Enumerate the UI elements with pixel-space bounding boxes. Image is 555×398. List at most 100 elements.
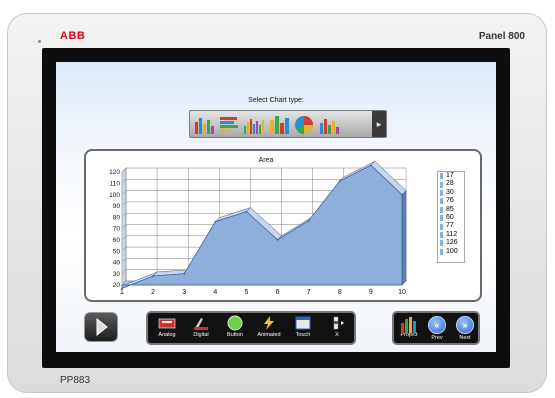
x-tick-label: 8 (338, 289, 342, 296)
next-icon: » (456, 316, 474, 334)
y-tick-label: 30 (113, 271, 121, 278)
y-tick-label: 100 (109, 192, 120, 199)
legend-swatch (440, 198, 443, 205)
legend-label: 77 (446, 222, 454, 230)
legend-label: 126 (446, 239, 458, 247)
column-chart-icon[interactable] (243, 114, 265, 136)
data-point (121, 287, 123, 290)
legend-item: 126 (438, 239, 464, 247)
legend-swatch (440, 181, 443, 188)
data-point (338, 180, 341, 182)
tool-analog[interactable]: Analog (150, 315, 184, 343)
play-icon (96, 317, 108, 337)
hmi-screen: Select Chart type: ▸ Area 20 30 40 50 60 70 80 9… (56, 62, 496, 352)
legend-item: 77 (438, 222, 464, 230)
legend-item: 76 (438, 197, 464, 205)
y-tick-label: 50 (113, 248, 121, 255)
area-chart: Area20304050607080901001101201 2 3 4 5 6 7 8 9 10 (109, 157, 407, 296)
y-tick-label: 80 (113, 214, 121, 221)
legend-swatch (440, 173, 443, 180)
chart-type-selector: ▸ (189, 110, 387, 138)
x-tick-label: 6 (276, 289, 280, 296)
tool-button[interactable]: Button (218, 315, 252, 343)
next-button[interactable]: » Next (452, 315, 478, 343)
legend-item: 30 (438, 189, 464, 197)
legend-item: 100 (438, 248, 464, 256)
legend-label: 85 (446, 205, 454, 213)
legend-item: 60 (438, 214, 464, 222)
prev-icon: « (428, 316, 446, 334)
indicator-dot (38, 40, 41, 43)
navigation-bar: Project « Prev » Next (392, 311, 480, 345)
area-chart-panel: Area 20 30 40 50 60 70 80 90 100 110 120 1 2 3 4 5 6 7 8 9 10 (84, 149, 482, 302)
brand-logo: ABB (60, 30, 86, 42)
legend-swatch (440, 206, 443, 213)
tool-label: Animated (257, 332, 281, 338)
touch-icon (293, 315, 313, 331)
legend-swatch (440, 223, 443, 230)
legend-item: 85 (438, 206, 464, 214)
legend-label: 30 (446, 188, 454, 196)
tool-touch[interactable]: Touch (286, 315, 320, 343)
tool-x[interactable]: X (320, 315, 354, 343)
nav-label: Next (459, 335, 471, 341)
data-point (152, 275, 155, 277)
tool-animated[interactable]: Animated (252, 315, 286, 343)
small-bar-icon[interactable] (318, 114, 340, 136)
y-tick-label: 60 (113, 237, 121, 244)
x-tick-label: 1 (120, 289, 124, 296)
stacked-bar-icon[interactable] (218, 114, 240, 136)
legend-item: 28 (438, 180, 464, 188)
x-icon (327, 315, 347, 331)
nav-label: Prev (431, 335, 443, 341)
legend-swatch (440, 215, 443, 222)
model-name: Panel 800 (478, 31, 525, 42)
data-point (245, 210, 248, 213)
chart-legend: 17 28 30 76 85 60 77 112 126 100 (437, 171, 465, 263)
chevron-right-icon[interactable]: ▸ (372, 111, 386, 137)
y-tick-label: 40 (113, 260, 121, 267)
tool-label: Digital (193, 332, 209, 338)
project-button[interactable]: Project (396, 315, 422, 343)
y-tick-label: 110 (110, 181, 121, 188)
data-point (276, 238, 279, 241)
tall-column-icon[interactable] (268, 114, 290, 136)
legend-swatch (440, 240, 443, 247)
legend-label: 76 (446, 197, 454, 205)
data-point (214, 220, 217, 223)
tool-label: Touch (295, 332, 311, 338)
analog-icon (157, 315, 177, 331)
y-tick-label: 120 (109, 169, 120, 176)
area-right-cap (401, 189, 407, 286)
legend-swatch (440, 189, 443, 196)
chart-title: Area (259, 157, 274, 164)
x-tick-label: 9 (369, 289, 373, 296)
tool-label: Button (227, 332, 243, 338)
pie-chart-icon[interactable] (293, 114, 315, 136)
bar-chart-icon[interactable] (193, 114, 215, 136)
legend-label: 17 (446, 172, 454, 179)
play-button[interactable] (84, 312, 118, 342)
button-icon (225, 315, 245, 331)
data-point (401, 193, 403, 196)
legend-item: 17 (438, 172, 464, 180)
legend-swatch (440, 248, 443, 255)
y-tick-label: 90 (113, 203, 121, 210)
tool-label: Analog (158, 332, 176, 338)
x-tick-label: 3 (182, 289, 186, 296)
tool-digital[interactable]: Digital (184, 315, 218, 343)
data-point (369, 164, 372, 167)
project-icon (399, 315, 419, 333)
legend-item: 112 (438, 231, 464, 239)
data-point (183, 272, 186, 275)
y-tick-label: 70 (113, 226, 121, 233)
x-tick-label: 2 (151, 289, 155, 296)
legend-label: 28 (446, 180, 454, 188)
legend-swatch (440, 231, 443, 238)
x-tick-label: 5 (244, 289, 248, 296)
prev-button[interactable]: « Prev (424, 315, 450, 343)
animated-icon (259, 315, 279, 331)
legend-label: 60 (446, 213, 454, 221)
model-code: PP883 (60, 375, 91, 386)
legend-label: 112 (446, 230, 458, 238)
